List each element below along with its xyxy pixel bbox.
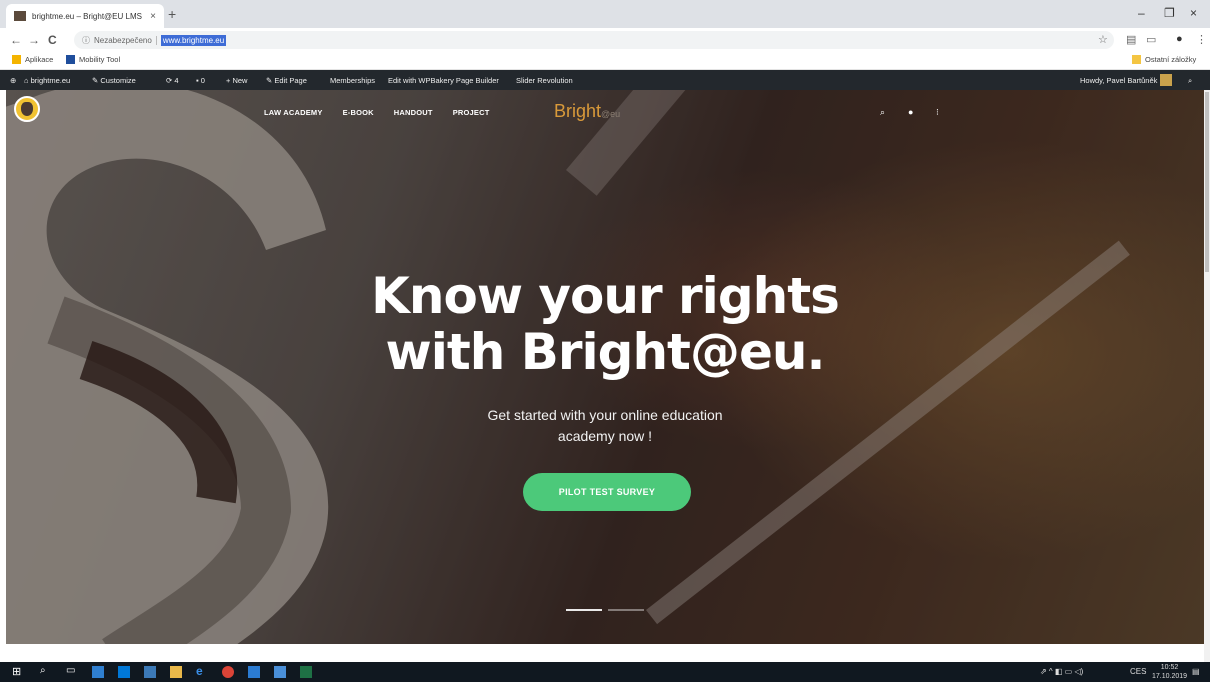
page-scrollbar[interactable]	[1204, 90, 1210, 662]
wp-site-link[interactable]: ⌂ brightme.eu	[24, 76, 70, 85]
nav-law-academy[interactable]: LAW ACADEMY	[264, 108, 323, 117]
headline-line-2: with Bright@eu.	[385, 323, 826, 381]
profile-icon[interactable]: ●	[1176, 33, 1183, 45]
menu-icon[interactable]: ⁝	[936, 107, 939, 118]
wp-edit-page-link[interactable]: ✎ Edit Page	[266, 76, 307, 85]
taskbar-app-icon[interactable]	[118, 666, 130, 678]
subtitle-line-1: Get started with your online education	[487, 407, 723, 423]
brand-logo[interactable]: Bright@eu	[554, 101, 620, 122]
slide-dot-2[interactable]	[608, 609, 644, 611]
wp-customize-label: Customize	[100, 76, 136, 85]
hero-headline: Know your rights with Bright@eu.	[6, 268, 1204, 380]
tab-title: brightme.eu – Bright@EU LMS	[32, 11, 142, 21]
browser-tab-strip: brightme.eu – Bright@EU LMS × + – ❐ ×	[0, 0, 1210, 28]
brand-suffix: @eu	[601, 109, 621, 119]
other-bookmarks[interactable]: Ostatní záložky	[1132, 55, 1196, 64]
notifications-icon[interactable]: ▤	[1192, 667, 1200, 676]
wp-new-label: New	[232, 76, 248, 85]
forward-button[interactable]: →	[28, 33, 40, 47]
folder-icon	[1132, 55, 1141, 64]
scrollbar-thumb[interactable]	[1205, 92, 1209, 272]
site-logo-badge[interactable]	[14, 96, 40, 122]
browser-toolbar: ← → C ⓘ Nezabezpečeno www.brightme.eu ☆ …	[0, 28, 1210, 52]
bookmark-mobility-tool[interactable]: Mobility Tool	[66, 55, 120, 64]
excel-icon[interactable]	[300, 666, 312, 678]
extension-icon-2[interactable]: ▭	[1146, 33, 1156, 46]
restore-button[interactable]: ❐	[1164, 6, 1175, 20]
taskbar-clock[interactable]: 10:52 17.10.2019	[1152, 663, 1187, 681]
bookmark-label: Aplikace	[25, 55, 54, 64]
bookmark-label: Mobility Tool	[79, 55, 121, 64]
wp-comments-link[interactable]: ▪ 0	[196, 76, 205, 85]
user-avatar[interactable]	[1160, 74, 1172, 86]
page-below-fold	[0, 644, 1204, 662]
wp-site-name: brightme.eu	[30, 76, 71, 85]
tab-close-icon[interactable]: ×	[150, 11, 156, 22]
wp-updates-count: 4	[174, 76, 179, 85]
wordpress-logo-icon[interactable]: ⊕	[10, 76, 16, 85]
security-label: Nezabezpečeno	[94, 35, 157, 45]
wp-wpbakery-link[interactable]: Edit with WPBakery Page Builder	[388, 76, 499, 85]
slide-dot-1[interactable]	[566, 609, 602, 611]
slider-pagination	[566, 609, 644, 611]
file-explorer-icon[interactable]	[170, 666, 182, 678]
clock-time: 10:52	[1160, 664, 1179, 671]
wp-updates-link[interactable]: ⟳ 4	[166, 76, 179, 85]
taskbar-app-icon[interactable]	[274, 666, 286, 678]
bookmark-apps[interactable]: Aplikace	[12, 55, 53, 64]
nav-project[interactable]: PROJECT	[453, 108, 490, 117]
wp-admin-bar: ⊕ ⌂ brightme.eu ✎ Customize ⟳ 4 ▪ 0 + Ne…	[0, 70, 1210, 90]
other-bookmarks-label: Ostatní záložky	[1145, 55, 1197, 64]
wp-edit-page-label: Edit Page	[274, 76, 307, 85]
taskbar-app-icon[interactable]	[248, 666, 260, 678]
cart-icon[interactable]: ●	[908, 107, 913, 117]
site-nav: LAW ACADEMY E-BOOK HANDOUT PROJECT	[264, 108, 490, 117]
hero-section: LAW ACADEMY E-BOOK HANDOUT PROJECT Brigh…	[6, 90, 1204, 644]
extension-icon[interactable]: ▤	[1126, 33, 1136, 46]
new-tab-button[interactable]: +	[168, 6, 176, 22]
chrome-browser-icon[interactable]	[222, 666, 234, 678]
wp-howdy-user[interactable]: Howdy, Pavel Bartůněk	[1080, 76, 1157, 85]
edge-browser-icon[interactable]: e	[196, 664, 208, 678]
start-button-icon[interactable]: ⊞	[12, 665, 24, 678]
close-window-button[interactable]: ×	[1190, 6, 1197, 20]
pilot-test-survey-button[interactable]: PILOT TEST SURVEY	[523, 473, 691, 511]
address-bar[interactable]: ⓘ Nezabezpečeno www.brightme.eu	[74, 31, 1114, 49]
owl-logo-icon	[21, 102, 33, 116]
brand-main: Bright	[554, 101, 602, 121]
wp-comments-count: 0	[200, 76, 205, 85]
nav-e-book[interactable]: E-BOOK	[343, 108, 374, 117]
system-tray-icons[interactable]: ⇗ ^ ◧ ▭ ◁)	[1040, 667, 1083, 676]
task-view-icon[interactable]: ▭	[66, 665, 78, 677]
hero-subtitle: Get started with your online education a…	[6, 405, 1204, 447]
site-favicon-icon	[14, 11, 26, 21]
wp-customize-link[interactable]: ✎ Customize	[92, 76, 136, 85]
language-indicator[interactable]: CES	[1130, 667, 1146, 676]
bookmark-star-icon[interactable]: ☆	[1098, 33, 1108, 46]
subtitle-line-2: academy now !	[557, 428, 653, 444]
wp-new-link[interactable]: + New	[226, 76, 247, 85]
site-info-icon[interactable]: ⓘ	[82, 35, 90, 46]
url-text[interactable]: www.brightme.eu	[160, 34, 227, 46]
minimize-button[interactable]: –	[1138, 6, 1145, 20]
reload-button[interactable]: C	[48, 33, 57, 47]
taskbar-app-icon[interactable]	[144, 666, 156, 678]
headline-line-1: Know your rights	[371, 267, 840, 325]
clock-date: 17.10.2019	[1152, 673, 1188, 680]
browser-tab[interactable]: brightme.eu – Bright@EU LMS ×	[6, 4, 164, 28]
search-icon[interactable]: ⌕	[40, 665, 52, 677]
wp-search-icon[interactable]: ⌕	[1188, 76, 1192, 86]
bookmarks-bar: Aplikace Mobility Tool Ostatní záložky	[0, 52, 1210, 70]
wp-memberships-link[interactable]: Memberships	[330, 76, 375, 85]
browser-menu-icon[interactable]: ⋮	[1196, 33, 1207, 46]
wp-slider-revolution-link[interactable]: Slider Revolution	[516, 76, 573, 85]
apps-grid-icon	[12, 55, 21, 64]
taskbar-app-icon[interactable]	[92, 666, 104, 678]
search-icon[interactable]: ⌕	[880, 107, 885, 118]
back-button[interactable]: ←	[10, 33, 22, 47]
windows-taskbar: ⊞ ⌕ ▭ e ⇗ ^ ◧ ▭ ◁) CES 10:52 17.10.2019 …	[0, 662, 1210, 682]
nav-handout[interactable]: HANDOUT	[394, 108, 433, 117]
mobility-tool-icon	[66, 55, 75, 64]
